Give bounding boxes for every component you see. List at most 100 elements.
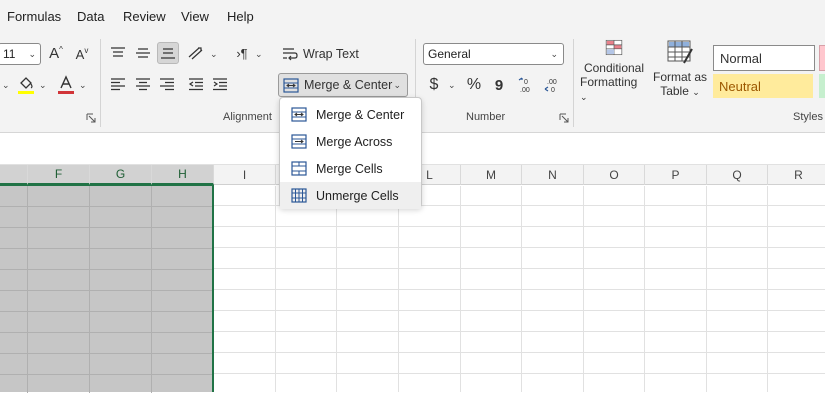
paragraph-direction-icon: ›¶ bbox=[236, 45, 248, 61]
menu-item-merge-cells[interactable]: Merge Cells bbox=[280, 155, 421, 182]
merge-center-label: Merge & Center bbox=[304, 78, 393, 92]
chevron-down-icon[interactable]: ⌄ bbox=[2, 80, 10, 91]
selected-range[interactable] bbox=[0, 185, 214, 393]
column-header[interactable]: Q bbox=[707, 165, 768, 185]
conditional-formatting-label-1: Conditional bbox=[583, 61, 645, 75]
alignment-group-label: Alignment bbox=[223, 111, 272, 123]
chevron-down-icon[interactable]: ⌄ bbox=[448, 80, 456, 91]
decrease-indent-button[interactable] bbox=[186, 74, 206, 94]
comma-style-button[interactable]: 9 bbox=[490, 74, 508, 96]
style-normal-label: Normal bbox=[720, 50, 762, 66]
style-bad-swatch[interactable] bbox=[819, 45, 825, 71]
menu-help[interactable]: Help bbox=[227, 9, 254, 24]
font-color-button[interactable] bbox=[56, 74, 76, 96]
orientation-button[interactable] bbox=[186, 43, 208, 63]
align-right-icon bbox=[160, 78, 174, 91]
increase-indent-button[interactable] bbox=[210, 74, 230, 94]
shrink-font-label: A bbox=[75, 46, 85, 62]
merge-dropdown-menu: Merge & Center Merge Across Merge Cells … bbox=[279, 97, 422, 209]
divider bbox=[573, 39, 574, 127]
divider bbox=[100, 39, 101, 127]
font-launcher-icon[interactable] bbox=[86, 113, 96, 123]
menu-review[interactable]: Review bbox=[123, 9, 166, 24]
conditional-formatting-button[interactable]: Conditional Formatting ⌄ bbox=[580, 39, 648, 103]
merge-center-icon bbox=[291, 107, 307, 122]
menu-item-label: Merge & Center bbox=[316, 107, 405, 122]
menu-data[interactable]: Data bbox=[77, 9, 104, 24]
merge-across-icon bbox=[291, 134, 307, 149]
column-header[interactable]: O bbox=[584, 165, 645, 185]
decrease-decimal-icon-button[interactable]: .00 0 bbox=[542, 74, 562, 96]
chevron-down-icon[interactable]: ⌄ bbox=[39, 80, 47, 91]
menu-bar: Formulas Data Review View Help bbox=[0, 0, 825, 33]
column-header[interactable]: G bbox=[90, 165, 152, 185]
style-neutral[interactable]: Neutral bbox=[713, 74, 813, 98]
middle-align-button[interactable] bbox=[133, 43, 153, 63]
styles-group-label: Styles bbox=[793, 111, 823, 123]
bottom-align-button[interactable] bbox=[157, 42, 179, 64]
comma-symbol: 9 bbox=[494, 76, 504, 94]
column-header[interactable]: R bbox=[768, 165, 825, 185]
chevron-down-icon[interactable]: ⌄ bbox=[79, 80, 87, 91]
format-as-table-button[interactable]: Format as Table ⌄ bbox=[652, 39, 708, 103]
number-launcher-icon[interactable] bbox=[559, 113, 569, 123]
align-center-button[interactable] bbox=[133, 74, 153, 94]
align-right-button[interactable] bbox=[157, 74, 177, 94]
text-direction-button[interactable]: ›¶ bbox=[232, 43, 252, 63]
align-left-button[interactable] bbox=[108, 74, 128, 94]
chevron-down-icon: ⌄ bbox=[550, 49, 558, 59]
column-header[interactable]: I bbox=[214, 165, 276, 185]
chevron-down-icon: ⌄ bbox=[692, 87, 700, 97]
top-align-button[interactable] bbox=[108, 43, 128, 63]
currency-symbol: $ bbox=[429, 76, 439, 93]
increase-decimal-icon: 0 .00 bbox=[518, 77, 530, 94]
percent-symbol: % bbox=[466, 76, 482, 93]
decrease-indent-icon bbox=[188, 78, 203, 91]
percent-button[interactable]: % bbox=[464, 74, 484, 96]
menu-view[interactable]: View bbox=[181, 9, 209, 24]
decrease-decimal-icon: .00 0 bbox=[544, 79, 557, 94]
menu-item-unmerge-cells[interactable]: Unmerge Cells bbox=[280, 182, 421, 209]
font-color-icon bbox=[58, 75, 74, 94]
conditional-formatting-label-2: Formatting ⌄ bbox=[580, 75, 638, 102]
chevron-down-icon[interactable]: ⌄ bbox=[210, 49, 218, 60]
orientation-icon bbox=[188, 47, 203, 60]
column-header[interactable]: P bbox=[645, 165, 707, 185]
number-format-value: General bbox=[428, 47, 471, 61]
font-size-select[interactable]: 11 ⌄ bbox=[0, 43, 41, 65]
currency-button[interactable]: $ bbox=[425, 74, 443, 96]
fill-color-button[interactable] bbox=[16, 74, 36, 96]
grow-font-label: A bbox=[49, 44, 60, 62]
number-format-select[interactable]: General ⌄ bbox=[423, 43, 564, 65]
increase-font-button[interactable]: A ^ bbox=[46, 43, 66, 63]
column-header[interactable]: H bbox=[152, 165, 214, 185]
align-center-icon bbox=[136, 78, 150, 91]
chevron-down-icon[interactable]: ⌄ bbox=[255, 49, 263, 60]
wrap-text-icon bbox=[283, 48, 298, 61]
column-header[interactable]: F bbox=[28, 165, 90, 185]
style-neutral-label: Neutral bbox=[719, 78, 761, 94]
menu-item-label: Merge Across bbox=[316, 134, 393, 149]
increase-decimal-button[interactable]: 0 .00 bbox=[516, 74, 536, 96]
menu-item-merge-across[interactable]: Merge Across bbox=[280, 128, 421, 155]
merge-center-button[interactable]: Merge & Center ⌄ bbox=[278, 73, 408, 97]
middle-align-icon bbox=[136, 48, 150, 58]
wrap-text-label: Wrap Text bbox=[303, 47, 359, 61]
unmerge-cells-icon bbox=[291, 188, 307, 203]
wrap-text-button[interactable]: Wrap Text bbox=[282, 43, 362, 65]
style-good-swatch[interactable] bbox=[819, 74, 825, 98]
svg-text:.00: .00 bbox=[547, 79, 557, 86]
selected-range-gridlines bbox=[0, 186, 212, 393]
svg-text:0: 0 bbox=[551, 87, 555, 94]
column-header[interactable]: M bbox=[461, 165, 522, 185]
menu-formulas[interactable]: Formulas bbox=[7, 9, 61, 24]
style-normal[interactable]: Normal bbox=[713, 45, 815, 71]
format-as-table-icon bbox=[667, 40, 693, 64]
menu-item-merge-center[interactable]: Merge & Center bbox=[280, 101, 421, 128]
column-header-E-partial[interactable] bbox=[0, 165, 28, 185]
decrease-font-button[interactable]: Av bbox=[72, 44, 92, 64]
column-header[interactable]: N bbox=[522, 165, 584, 185]
chevron-down-icon: ⌄ bbox=[28, 49, 36, 59]
font-size-value: 11 bbox=[3, 47, 16, 61]
merge-center-icon bbox=[283, 77, 299, 93]
